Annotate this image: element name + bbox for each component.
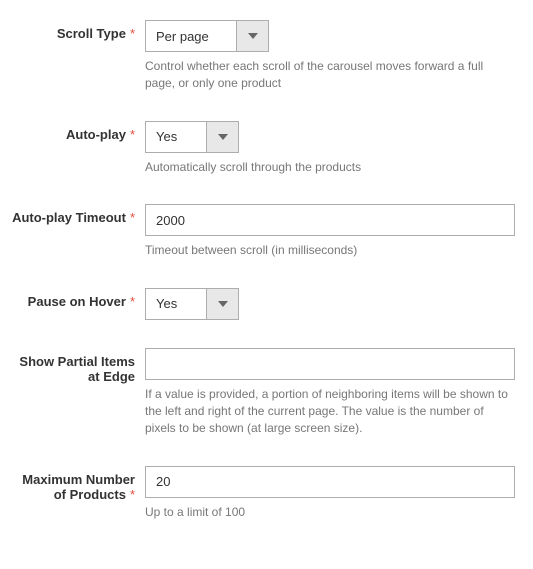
label-text: Scroll Type <box>57 26 126 41</box>
input-show-partial[interactable] <box>145 348 515 380</box>
chevron-down-icon <box>248 33 258 39</box>
chevron-down-icon <box>218 301 228 307</box>
select-autoplay[interactable]: Yes <box>145 121 239 153</box>
required-asterisk: * <box>130 26 135 41</box>
field-max-products: Maximum Number of Products* Up to a limi… <box>10 466 523 521</box>
field-scroll-type: Scroll Type * Per page Control whether ea… <box>10 20 523 93</box>
input-col: If a value is provided, a portion of nei… <box>145 348 515 438</box>
required-asterisk: * <box>130 127 135 142</box>
input-col: Per page Control whether each scroll of … <box>145 20 515 93</box>
label-text: Show Partial Items at Edge <box>19 354 135 384</box>
select-dropdown-button[interactable] <box>206 289 238 319</box>
select-value: Per page <box>146 21 236 51</box>
help-show-partial: If a value is provided, a portion of nei… <box>145 386 515 438</box>
select-pause-on-hover[interactable]: Yes <box>145 288 239 320</box>
label-scroll-type: Scroll Type * <box>10 20 145 93</box>
required-asterisk: * <box>130 210 135 225</box>
input-col: Up to a limit of 100 <box>145 466 515 521</box>
label-pause-on-hover: Pause on Hover * <box>10 288 145 320</box>
help-autoplay-timeout: Timeout between scroll (in milliseconds) <box>145 242 515 259</box>
label-text: Pause on Hover <box>28 294 126 309</box>
input-col: Timeout between scroll (in milliseconds) <box>145 204 515 259</box>
select-scroll-type[interactable]: Per page <box>145 20 269 52</box>
input-col: Yes Automatically scroll through the pro… <box>145 121 515 176</box>
label-text: Auto-play <box>66 127 126 142</box>
field-pause-on-hover: Pause on Hover * Yes <box>10 288 523 320</box>
help-max-products: Up to a limit of 100 <box>145 504 515 521</box>
label-max-products: Maximum Number of Products* <box>10 466 145 521</box>
label-show-partial: Show Partial Items at Edge <box>10 348 145 438</box>
select-dropdown-button[interactable] <box>236 21 268 51</box>
select-dropdown-button[interactable] <box>206 122 238 152</box>
input-col: Yes <box>145 288 515 320</box>
required-asterisk: * <box>130 487 135 502</box>
field-show-partial: Show Partial Items at Edge If a value is… <box>10 348 523 438</box>
help-scroll-type: Control whether each scroll of the carou… <box>145 58 515 93</box>
label-text: Maximum Number of Products <box>22 472 135 502</box>
label-text: Auto-play Timeout <box>12 210 126 225</box>
select-value: Yes <box>146 122 206 152</box>
required-asterisk: * <box>130 294 135 309</box>
chevron-down-icon <box>218 134 228 140</box>
help-autoplay: Automatically scroll through the product… <box>145 159 515 176</box>
input-max-products[interactable] <box>145 466 515 498</box>
select-value: Yes <box>146 289 206 319</box>
input-autoplay-timeout[interactable] <box>145 204 515 236</box>
field-autoplay: Auto-play * Yes Automatically scroll thro… <box>10 121 523 176</box>
label-autoplay-timeout: Auto-play Timeout * <box>10 204 145 259</box>
label-autoplay: Auto-play * <box>10 121 145 176</box>
field-autoplay-timeout: Auto-play Timeout * Timeout between scrol… <box>10 204 523 259</box>
